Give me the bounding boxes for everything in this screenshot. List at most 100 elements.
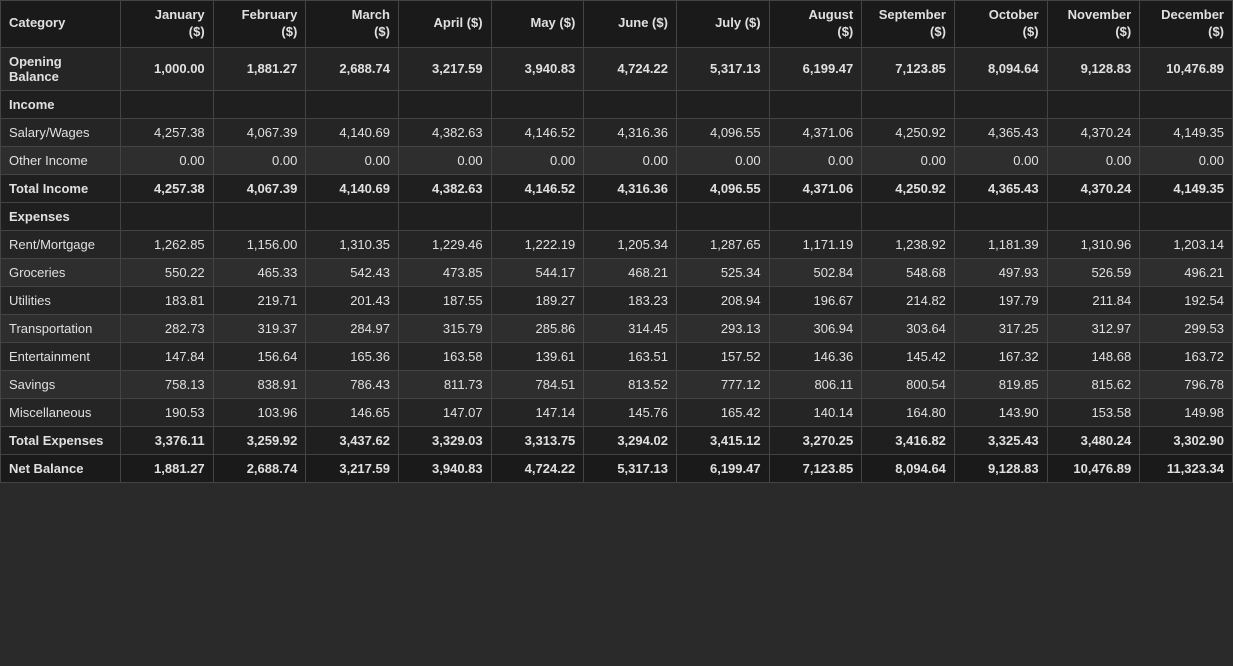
row-value: 3,217.59 (398, 47, 491, 90)
row-value: 167.32 (954, 342, 1047, 370)
row-value: 4,316.36 (584, 174, 677, 202)
row-value: 811.73 (398, 370, 491, 398)
row-value: 10,476.89 (1047, 454, 1140, 482)
row-value: 473.85 (398, 258, 491, 286)
row-value: 148.68 (1047, 342, 1140, 370)
table-row: Expenses (1, 202, 1233, 230)
table-row: Utilities183.81219.71201.43187.55189.271… (1, 286, 1233, 314)
row-label: Utilities (1, 286, 121, 314)
row-value: 4,149.35 (1140, 118, 1233, 146)
row-value: 1,287.65 (676, 230, 769, 258)
row-value: 3,294.02 (584, 426, 677, 454)
row-value: 9,128.83 (1047, 47, 1140, 90)
table-row: Income (1, 90, 1233, 118)
row-value: 315.79 (398, 314, 491, 342)
row-value: 525.34 (676, 258, 769, 286)
row-value: 189.27 (491, 286, 584, 314)
row-value: 4,365.43 (954, 174, 1047, 202)
row-value: 146.65 (306, 398, 399, 426)
row-value: 0.00 (1047, 146, 1140, 174)
row-label: Savings (1, 370, 121, 398)
row-value: 3,259.92 (213, 426, 306, 454)
row-value: 550.22 (121, 258, 214, 286)
row-value: 4,096.55 (676, 118, 769, 146)
row-value (1140, 202, 1233, 230)
row-value (213, 90, 306, 118)
column-header-1: January($) (121, 1, 214, 48)
row-value: 214.82 (862, 286, 955, 314)
row-value: 183.81 (121, 286, 214, 314)
row-value: 6,199.47 (676, 454, 769, 482)
row-value (676, 90, 769, 118)
row-value: 1,222.19 (491, 230, 584, 258)
table-row: Transportation282.73319.37284.97315.7928… (1, 314, 1233, 342)
column-header-4: April ($) (398, 1, 491, 48)
row-value: 0.00 (1140, 146, 1233, 174)
row-value: 496.21 (1140, 258, 1233, 286)
column-header-3: March($) (306, 1, 399, 48)
row-label: Income (1, 90, 121, 118)
column-header-2: February($) (213, 1, 306, 48)
row-value: 4,257.38 (121, 174, 214, 202)
row-value: 4,371.06 (769, 118, 862, 146)
row-label: Rent/Mortgage (1, 230, 121, 258)
row-value: 502.84 (769, 258, 862, 286)
row-value (954, 202, 1047, 230)
row-value: 819.85 (954, 370, 1047, 398)
row-value: 3,329.03 (398, 426, 491, 454)
row-value: 1,238.92 (862, 230, 955, 258)
row-value: 319.37 (213, 314, 306, 342)
row-value: 3,940.83 (398, 454, 491, 482)
table-row: Other Income0.000.000.000.000.000.000.00… (1, 146, 1233, 174)
row-value: 3,437.62 (306, 426, 399, 454)
row-value: 1,181.39 (954, 230, 1047, 258)
row-value: 4,146.52 (491, 174, 584, 202)
row-value: 7,123.85 (769, 454, 862, 482)
table-row: Entertainment147.84156.64165.36163.58139… (1, 342, 1233, 370)
row-value: 8,094.64 (862, 454, 955, 482)
row-value: 156.64 (213, 342, 306, 370)
row-value: 149.98 (1140, 398, 1233, 426)
row-value: 777.12 (676, 370, 769, 398)
row-label: Salary/Wages (1, 118, 121, 146)
row-value (769, 90, 862, 118)
row-label: Opening Balance (1, 47, 121, 90)
column-header-8: August($) (769, 1, 862, 48)
row-value: 0.00 (769, 146, 862, 174)
row-value (213, 202, 306, 230)
table-row: Opening Balance1,000.001,881.272,688.743… (1, 47, 1233, 90)
row-value: 139.61 (491, 342, 584, 370)
row-value: 4,146.52 (491, 118, 584, 146)
row-value (1047, 202, 1140, 230)
row-value: 806.11 (769, 370, 862, 398)
row-value (862, 202, 955, 230)
row-value: 3,376.11 (121, 426, 214, 454)
row-value: 164.80 (862, 398, 955, 426)
row-value: 0.00 (213, 146, 306, 174)
row-value: 299.53 (1140, 314, 1233, 342)
table-row: Salary/Wages4,257.384,067.394,140.694,38… (1, 118, 1233, 146)
row-value (584, 90, 677, 118)
row-value: 9,128.83 (954, 454, 1047, 482)
row-value: 317.25 (954, 314, 1047, 342)
row-value: 1,262.85 (121, 230, 214, 258)
row-value: 3,313.75 (491, 426, 584, 454)
row-value: 4,382.63 (398, 118, 491, 146)
row-value (121, 202, 214, 230)
row-value: 1,171.19 (769, 230, 862, 258)
row-value: 0.00 (954, 146, 1047, 174)
row-value: 2,688.74 (306, 47, 399, 90)
table-row: Groceries550.22465.33542.43473.85544.174… (1, 258, 1233, 286)
row-value: 3,325.43 (954, 426, 1047, 454)
row-value (398, 90, 491, 118)
table-row: Savings758.13838.91786.43811.73784.51813… (1, 370, 1233, 398)
row-value: 306.94 (769, 314, 862, 342)
row-value (491, 202, 584, 230)
column-header-0: Category (1, 1, 121, 48)
row-value: 0.00 (584, 146, 677, 174)
row-value: 4,067.39 (213, 174, 306, 202)
row-value: 1,205.34 (584, 230, 677, 258)
row-value: 548.68 (862, 258, 955, 286)
row-value: 4,149.35 (1140, 174, 1233, 202)
row-value: 4,140.69 (306, 118, 399, 146)
